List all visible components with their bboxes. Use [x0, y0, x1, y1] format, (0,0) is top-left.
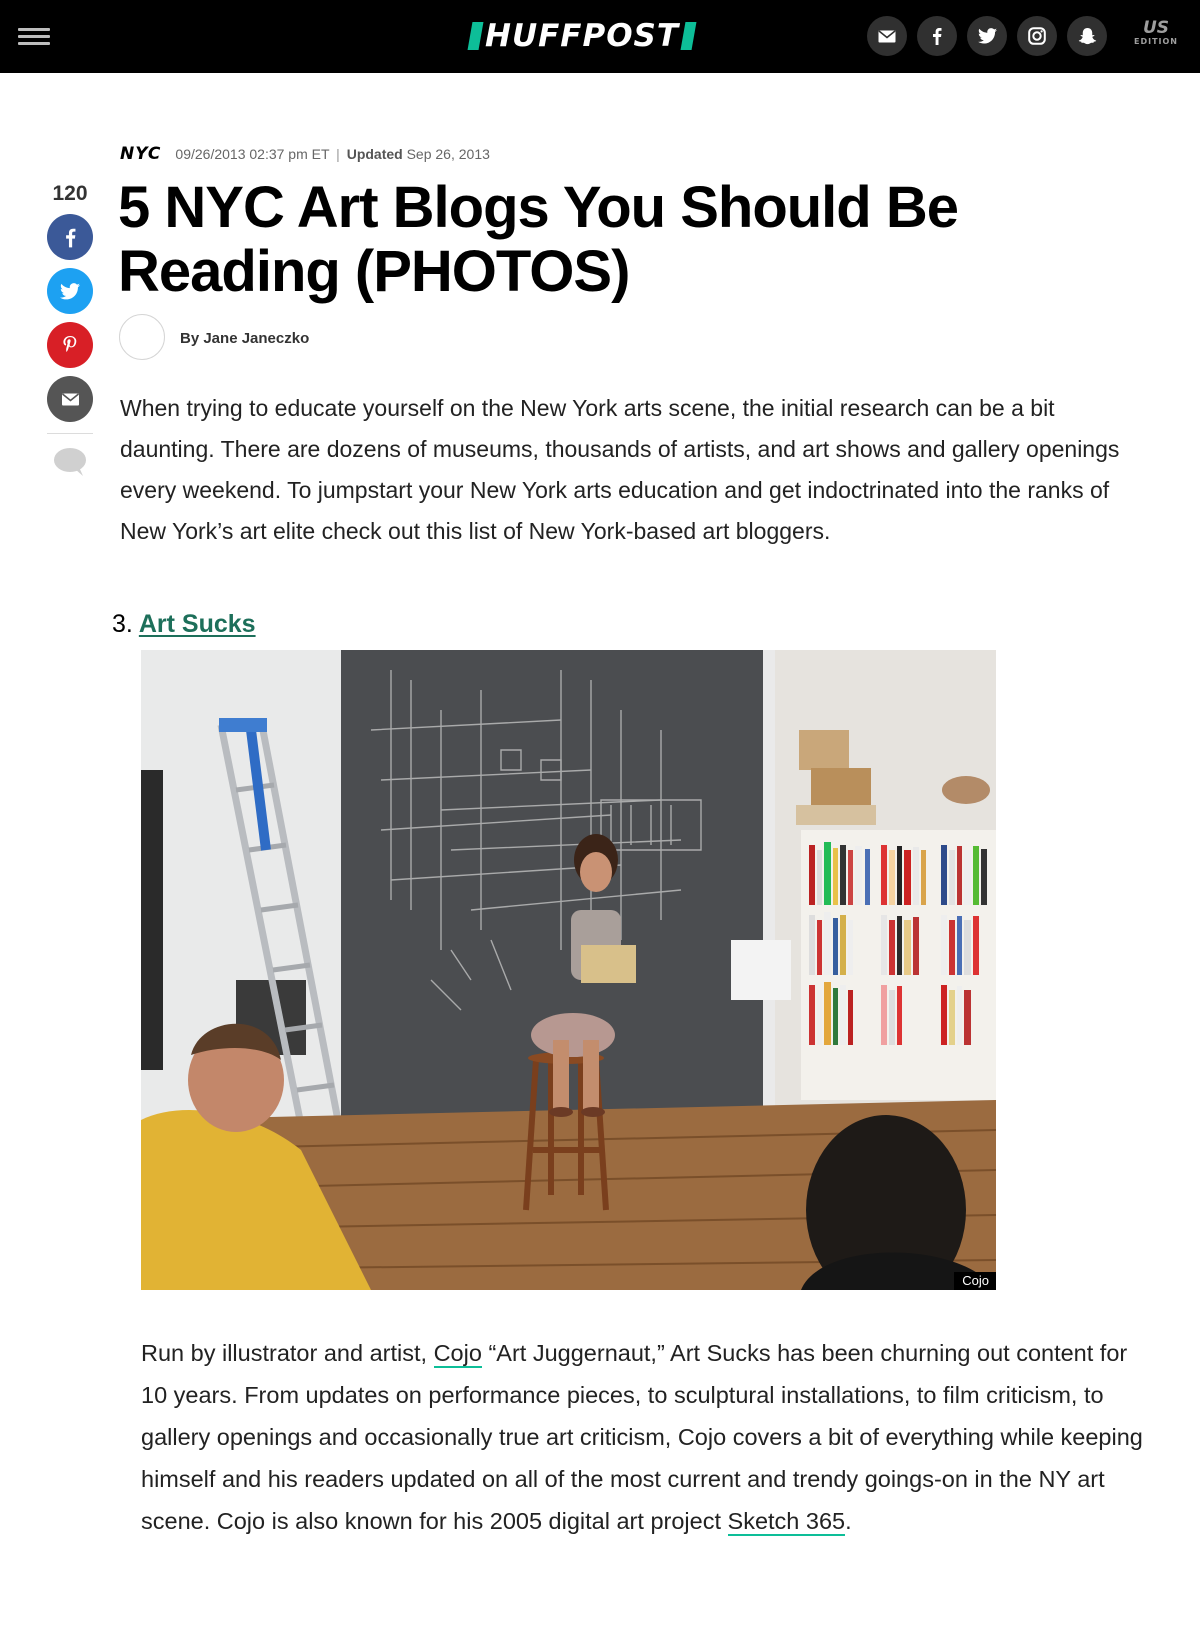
updated-date: Sep 26, 2013 [406, 146, 490, 162]
edition-selector[interactable]: US EDITION [1128, 18, 1184, 47]
list-item-number: 3. [112, 610, 133, 638]
published-time: 09/26/2013 02:37 pm ET [175, 146, 330, 162]
edition-label: EDITION [1133, 37, 1178, 46]
facebook-icon[interactable] [917, 16, 957, 56]
photo-illustration [141, 650, 996, 1290]
hamburger-menu-icon[interactable] [18, 24, 50, 48]
sketch-365-link[interactable]: Sketch 365 [727, 1508, 846, 1536]
snapchat-icon[interactable] [1067, 16, 1107, 56]
article-meta: NYC 09/26/2013 02:37 pm ET | Updated Sep… [120, 144, 490, 164]
description-part-3: . [845, 1508, 852, 1534]
photo-credit: Cojo [954, 1272, 996, 1290]
twitter-share-icon[interactable] [47, 268, 93, 314]
list-item-heading: 3. Art Sucks [112, 609, 256, 639]
share-rail-divider [47, 433, 93, 434]
comment-icon[interactable] [53, 447, 87, 477]
twitter-icon[interactable] [967, 16, 1007, 56]
email-icon[interactable] [867, 16, 907, 56]
article-photo[interactable]: Cojo [141, 650, 996, 1290]
timestamp: 09/26/2013 02:37 pm ET | Updated Sep 26,… [175, 146, 489, 162]
pinterest-share-icon[interactable] [47, 322, 93, 368]
huffpost-logo[interactable]: HUFFPOST [467, 16, 697, 56]
facebook-share-icon[interactable] [47, 214, 93, 260]
description-part-2: “Art Juggernaut,” Art Sucks has been chu… [141, 1340, 1143, 1534]
article-headline: 5 NYC Art Blogs You Should Be Reading (P… [118, 175, 959, 304]
cojo-link[interactable]: Cojo [433, 1340, 482, 1368]
email-share-icon[interactable] [47, 376, 93, 422]
art-sucks-link[interactable]: Art Sucks [139, 610, 256, 638]
blog-description: Run by illustrator and artist, Cojo “Art… [141, 1332, 1151, 1542]
description-part-1: Run by illustrator and artist, [141, 1340, 434, 1366]
updated-label: Updated [346, 146, 403, 162]
author-avatar[interactable] [119, 314, 165, 360]
article-intro: When trying to educate yourself on the N… [120, 395, 1120, 544]
section-label[interactable]: NYC [120, 144, 161, 164]
byline[interactable]: By Jane Janeczko [180, 330, 309, 347]
edition-code: US [1142, 18, 1170, 38]
share-count: 120 [52, 182, 88, 205]
instagram-icon[interactable] [1017, 16, 1057, 56]
top-navigation-bar: HUFFPOST US EDITION [0, 0, 1200, 73]
timestamp-separator: | [336, 146, 340, 162]
logo-text: HUFFPOST [485, 18, 680, 54]
